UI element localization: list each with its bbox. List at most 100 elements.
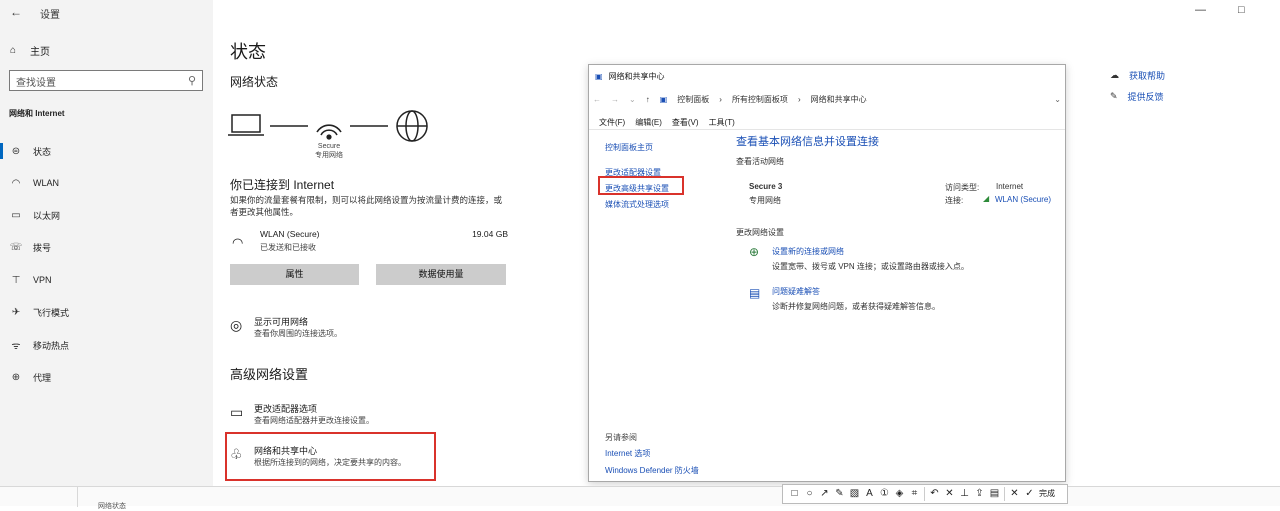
mosaic-icon[interactable]: ▧ — [847, 485, 862, 503]
media-streaming-link[interactable]: 媒体流式处理选项 — [605, 199, 669, 210]
status-icon: ⊜ — [11, 145, 21, 157]
sidebar-item-dialup[interactable]: ☏ 拨号 — [9, 239, 51, 255]
properties-button[interactable]: 属性 — [230, 264, 359, 285]
cp-home-link[interactable]: 控制面板主页 — [605, 142, 653, 153]
breadcrumb-item[interactable]: 所有控制面板项 — [732, 94, 788, 105]
search-placeholder: 查找设置 — [16, 78, 56, 89]
breadcrumb-sep: › — [797, 94, 801, 104]
sidebar-item-label: 状态 — [33, 146, 52, 157]
new-connection-icon: ⊕ — [749, 245, 760, 259]
breadcrumb-sep: › — [719, 94, 722, 104]
window-title: 设置 — [40, 10, 60, 21]
monitor-icon: ▭ — [230, 404, 244, 420]
breadcrumb-item[interactable]: 网络和共享中心 — [811, 94, 867, 105]
nav-home[interactable]: ⌂ 主页 — [10, 43, 50, 58]
breadcrumb-item[interactable]: 控制面板 — [677, 94, 709, 105]
troubleshoot-icon: ▤ — [749, 286, 761, 300]
internet-globe-icon — [396, 110, 428, 142]
text-icon[interactable]: A — [862, 485, 877, 503]
number-icon[interactable]: ① — [877, 485, 892, 503]
diagram-network-type: 专用网络 — [315, 152, 343, 159]
up-icon[interactable]: ↑ — [646, 95, 650, 104]
bottom-strip — [0, 486, 1280, 507]
rectangle-icon[interactable]: □ — [787, 485, 802, 503]
maximize-button[interactable]: □ — [1238, 4, 1245, 16]
firewall-link[interactable]: Windows Defender 防火墙 — [605, 465, 699, 476]
get-help-link[interactable]: ☁ 获取帮助 — [1110, 69, 1165, 82]
minimize-button[interactable]: — — [1195, 4, 1206, 16]
menu-file[interactable]: 文件(F) — [599, 117, 625, 128]
recent-icon[interactable]: ⌄ — [629, 95, 636, 104]
change-adapter-option[interactable]: ▭ 更改适配器选项 查看网络适配器并更改连接设置。 — [230, 402, 430, 428]
back-arrow-icon[interactable]: ← — [10, 5, 22, 19]
ellipse-icon[interactable]: ○ — [802, 485, 817, 503]
nav-home-label: 主页 — [30, 47, 51, 58]
search-icon[interactable]: ⚲ — [188, 74, 196, 87]
wifi-signal-icon — [316, 124, 342, 140]
data-usage-button[interactable]: 数据使用量 — [376, 264, 506, 285]
internet-options-link[interactable]: Internet 选项 — [605, 448, 650, 459]
diagram-ssid: Secure — [317, 143, 341, 150]
sidebar-item-proxy[interactable]: ⊕ 代理 — [9, 369, 51, 385]
dropdown-icon[interactable]: ⌄ — [1054, 95, 1061, 104]
done-button[interactable]: 完成 — [1039, 485, 1055, 503]
sidebar-item-label: VPN — [33, 275, 52, 285]
access-type-label: 访问类型: — [945, 183, 980, 192]
upload-icon[interactable]: ⇪ — [972, 485, 987, 503]
network-scan-icon: ◎ — [230, 317, 243, 333]
search-input[interactable]: 查找设置 ⚲ — [9, 70, 203, 91]
show-networks-option[interactable]: ◎ 显示可用网络 查看你周围的连接选项。 — [230, 315, 430, 341]
show-networks-desc: 查看你周围的连接选项。 — [254, 329, 342, 338]
sidebar-item-status[interactable]: ⊜ 状态 — [9, 143, 51, 159]
cp-address-bar[interactable]: ← → ⌄ ↑ ▣ 控制面板 › 所有控制面板项 › 网络和共享中心 ⌄ — [593, 91, 1063, 107]
sidebar-item-ethernet[interactable]: ▭ 以太网 — [9, 207, 60, 223]
page-title: 状态 — [230, 42, 266, 62]
highlight-box — [225, 432, 436, 481]
pin-icon[interactable]: ⊥ — [957, 485, 972, 503]
bottom-label: 网络状态 — [98, 503, 126, 510]
undo-icon[interactable]: ↶ — [927, 485, 942, 503]
connections-label: 连接: — [945, 196, 964, 205]
menu-edit[interactable]: 编辑(E) — [635, 117, 662, 128]
cp-divider — [589, 129, 1065, 130]
sidebar-item-label: 移动热点 — [33, 340, 70, 351]
sidebar-item-label: 代理 — [33, 372, 52, 383]
bottom-cell — [0, 487, 78, 507]
cp-main-heading: 查看基本网络信息并设置连接 — [736, 136, 879, 148]
pen-icon[interactable]: ✎ — [832, 485, 847, 503]
confirm-icon[interactable]: ✓ — [1022, 485, 1037, 503]
change-adapter-desc: 查看网络适配器并更改连接设置。 — [254, 416, 374, 425]
connections-link[interactable]: WLAN (Secure) — [995, 195, 1051, 204]
arrow-icon[interactable]: ↗ — [817, 485, 832, 503]
sidebar-item-hotspot[interactable]: ᯤ 移动热点 — [9, 337, 69, 353]
new-connection-link[interactable]: 设置新的连接或网络 — [772, 246, 844, 257]
wlan-name: WLAN (Secure) — [260, 229, 320, 239]
crop-icon[interactable]: ⌗ — [907, 485, 922, 503]
sidebar-item-wlan[interactable]: ◠ WLAN — [9, 175, 59, 191]
troubleshoot-link[interactable]: 问题疑难解答 — [772, 286, 820, 297]
show-networks-title: 显示可用网络 — [254, 317, 309, 327]
save-icon[interactable]: ▤ — [987, 485, 1002, 503]
home-icon: ⌂ — [10, 45, 17, 56]
cp-highlight-box — [598, 176, 684, 195]
cancel-icon[interactable]: ✕ — [1007, 485, 1022, 503]
troubleshoot-desc: 诊断并修复网络问题，或者获得疑难解答信息。 — [772, 302, 940, 311]
dialup-icon: ☏ — [9, 241, 23, 253]
new-connection-desc: 设置宽带、拨号或 VPN 连接；或设置路由器或接入点。 — [772, 262, 969, 271]
connected-description: 如果你的流量套餐有限制，则可以将此网络设置为按流量计费的连接，或者更改其他属性。 — [230, 195, 503, 217]
wifi-icon: ◢ — [983, 194, 990, 203]
menu-tools[interactable]: 工具(T) — [709, 117, 735, 128]
forward-icon[interactable]: → — [611, 95, 619, 104]
settings-sidebar: ← 设置 ⌂ 主页 查找设置 ⚲ 网络和 Internet ⊜ 状态 ◠ WLA… — [0, 0, 213, 506]
clear-icon[interactable]: ✕ — [942, 485, 957, 503]
feedback-link[interactable]: ✎ 提供反馈 — [1110, 90, 1164, 103]
eraser-icon[interactable]: ◈ — [892, 485, 907, 503]
laptop-icon — [228, 114, 264, 136]
back-icon[interactable]: ← — [593, 95, 601, 104]
ethernet-icon: ▭ — [11, 209, 21, 221]
sidebar-item-airplane[interactable]: ✈ 飞行模式 — [9, 304, 69, 320]
change-settings-label: 更改网络设置 — [736, 228, 784, 237]
see-also-label: 另请参阅 — [605, 433, 637, 442]
menu-view[interactable]: 查看(V) — [672, 117, 699, 128]
sidebar-item-vpn[interactable]: ⊤ VPN — [9, 272, 52, 288]
